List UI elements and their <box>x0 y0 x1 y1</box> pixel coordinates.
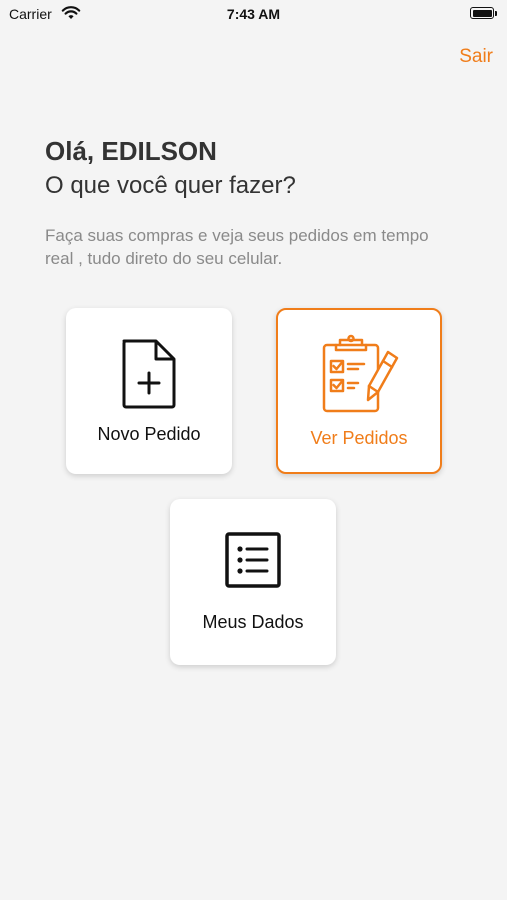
list-icon <box>224 531 282 594</box>
new-order-card[interactable]: Novo Pedido <box>66 308 232 474</box>
new-order-label: Novo Pedido <box>97 424 201 444</box>
clipboard-checklist-icon <box>318 334 400 421</box>
view-orders-label: Ver Pedidos <box>310 428 408 448</box>
battery-icon <box>470 7 494 19</box>
greeting-description: Faça suas compras e veja seus pedidos em… <box>45 226 429 268</box>
battery-tip <box>495 11 497 16</box>
view-orders-card[interactable]: Ver Pedidos <box>276 308 442 474</box>
greeting-title: Olá, EDILSON <box>45 136 217 166</box>
greeting-question: O que você quer fazer? <box>45 172 296 199</box>
my-data-label: Meus Dados <box>202 612 304 632</box>
status-bar: Carrier 7:43 AM <box>0 0 507 28</box>
new-document-icon <box>119 338 179 415</box>
my-data-card[interactable]: Meus Dados <box>170 499 336 665</box>
logout-button[interactable]: Sair <box>459 46 493 68</box>
status-time: 7:43 AM <box>226 6 281 22</box>
